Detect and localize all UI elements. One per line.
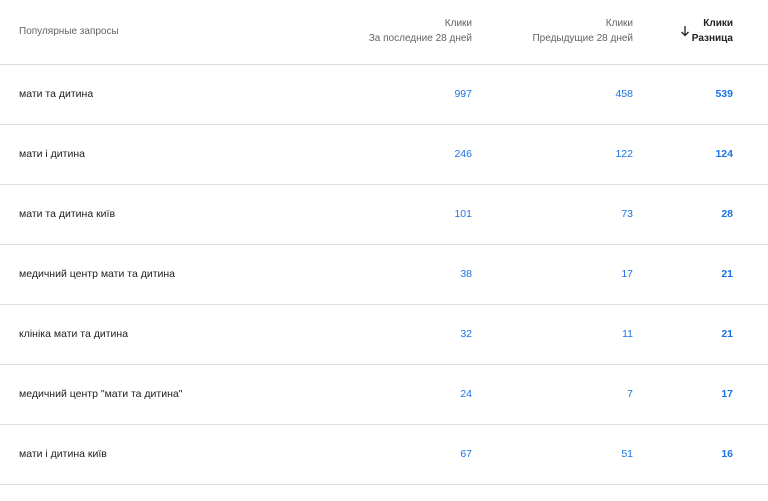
clicks-diff-cell: 16 bbox=[721, 448, 733, 460]
column-header-metric-label: Клики bbox=[703, 18, 733, 29]
clicks-diff-cell: 28 bbox=[721, 208, 733, 220]
clicks-last-28-cell: 32 bbox=[460, 328, 472, 340]
table-row[interactable]: клініка мати та дитина 32 11 21 bbox=[0, 305, 768, 365]
clicks-prev-28-cell: 122 bbox=[615, 148, 633, 160]
column-header-clicks-previous-28-days[interactable]: Клики Предыдущие 28 дней bbox=[532, 16, 633, 46]
clicks-prev-28-cell: 7 bbox=[627, 388, 633, 400]
clicks-diff-cell: 17 bbox=[721, 388, 733, 400]
query-cell: мати та дитина київ bbox=[19, 208, 116, 220]
table-row[interactable]: мати та дитина київ 101 73 28 bbox=[0, 185, 768, 245]
clicks-last-28-cell: 67 bbox=[460, 448, 472, 460]
column-header-metric-label: Клики bbox=[605, 18, 633, 29]
column-header-period-label: Предыдущие 28 дней bbox=[532, 33, 633, 44]
clicks-prev-28-cell: 458 bbox=[615, 88, 633, 100]
clicks-last-28-cell: 101 bbox=[454, 208, 472, 220]
clicks-prev-28-cell: 11 bbox=[622, 328, 633, 340]
clicks-prev-28-cell: 17 bbox=[621, 268, 633, 280]
table-row[interactable]: мати і дитина київ 67 51 16 bbox=[0, 425, 768, 485]
table-row[interactable]: мати та дитина 997 458 539 bbox=[0, 65, 768, 125]
query-cell: мати і дитина bbox=[19, 148, 85, 160]
query-cell: мати і дитина київ bbox=[19, 448, 107, 460]
column-header-clicks-difference[interactable]: Клики Разница bbox=[692, 16, 733, 46]
clicks-last-28-cell: 246 bbox=[454, 148, 472, 160]
clicks-prev-28-cell: 73 bbox=[621, 208, 633, 220]
clicks-diff-cell: 539 bbox=[715, 88, 733, 100]
clicks-last-28-cell: 38 bbox=[460, 268, 472, 280]
column-header-diff-label: Разница bbox=[691, 33, 733, 44]
clicks-diff-cell: 21 bbox=[721, 268, 733, 280]
column-header-period-label: За последние 28 дней bbox=[368, 33, 472, 44]
column-header-queries[interactable]: Популярные запросы bbox=[19, 24, 119, 39]
table-row[interactable]: медичний центр мати та дитина 38 17 21 bbox=[0, 245, 768, 305]
table-row[interactable]: медичний центр "мати та дитина" 24 7 17 bbox=[0, 365, 768, 425]
query-cell: медичний центр "мати та дитина" bbox=[19, 388, 183, 400]
clicks-last-28-cell: 24 bbox=[460, 388, 472, 400]
queries-table: Популярные запросы Клики За последние 28… bbox=[0, 0, 768, 485]
table-header: Популярные запросы Клики За последние 28… bbox=[0, 0, 768, 65]
table-row[interactable]: мати і дитина 246 122 124 bbox=[0, 125, 768, 185]
column-header-metric-label: Клики bbox=[444, 18, 472, 29]
clicks-last-28-cell: 997 bbox=[454, 88, 472, 100]
query-cell: клініка мати та дитина bbox=[19, 328, 129, 340]
query-cell: мати та дитина bbox=[19, 88, 94, 100]
clicks-diff-cell: 124 bbox=[715, 148, 733, 160]
query-cell: медичний центр мати та дитина bbox=[19, 268, 176, 280]
clicks-prev-28-cell: 51 bbox=[621, 448, 633, 460]
column-header-clicks-last-28-days[interactable]: Клики За последние 28 дней bbox=[369, 16, 472, 46]
arrow-down-icon[interactable] bbox=[679, 25, 691, 39]
clicks-diff-cell: 21 bbox=[721, 328, 733, 340]
